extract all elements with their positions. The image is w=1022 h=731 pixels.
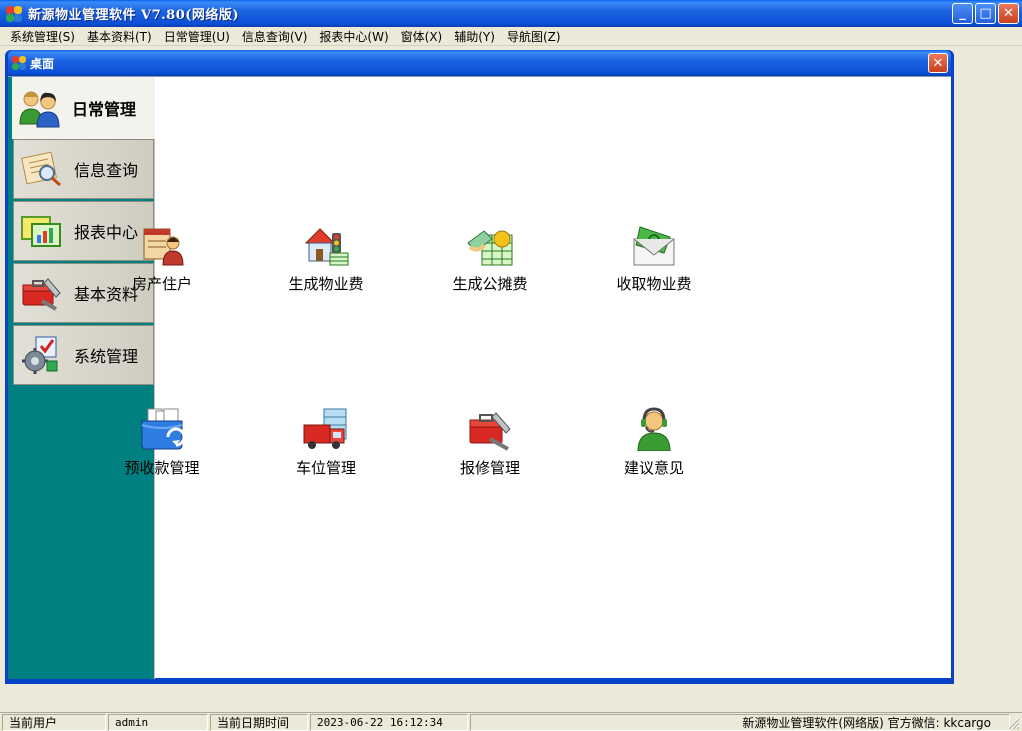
tile-prepayment[interactable]: 预收款管理 — [102, 407, 222, 478]
shared-fee-icon — [466, 223, 514, 267]
tile-label: 收取物业费 — [616, 275, 692, 293]
prepayment-icon — [138, 407, 186, 451]
tile-label: 报修管理 — [459, 459, 520, 477]
desktop-title-bar[interactable]: 桌面 ✕ — [8, 50, 951, 76]
status-date-value: 2023-06-22 16:12:34 — [310, 713, 468, 731]
status-info: 新源物业管理软件(网络版) 官方微信: kkcargo — [470, 713, 1010, 731]
status-date-label: 当前日期时间 — [210, 713, 308, 731]
menu-window[interactable]: 窗体(X) — [395, 28, 449, 45]
toolbox-icon — [20, 273, 64, 313]
sidebar-item-daily[interactable]: 日常管理 — [12, 77, 155, 139]
tile-label: 房产住户 — [131, 275, 192, 293]
document-search-icon — [20, 149, 64, 189]
desktop-close-button[interactable]: ✕ — [928, 53, 948, 73]
status-user-label: 当前用户 — [2, 713, 106, 731]
sidebar-item-label: 系统管理 — [74, 347, 139, 366]
repair-toolbox-icon — [466, 407, 514, 451]
sidebar-item-system[interactable]: 系统管理 — [13, 325, 154, 385]
desktop-body: 日常管理 信息查询 报表中心 基本资料 系统管理 房产住户 生成物业费 生成公摊… — [8, 76, 951, 679]
app-title-bar[interactable]: 新源物业管理软件 V7.80(网络版) _ □ ✕ — [0, 0, 1022, 27]
tile-repair[interactable]: 报修管理 — [430, 407, 550, 478]
sidebar: 日常管理 信息查询 报表中心 基本资料 系统管理 — [8, 77, 155, 679]
tile-label: 生成公摊费 — [452, 275, 528, 293]
menu-basic-data[interactable]: 基本资料(T) — [81, 28, 158, 45]
tile-property-fee[interactable]: 生成物业费 — [266, 223, 386, 294]
menu-system[interactable]: 系统管理(S) — [4, 28, 81, 45]
property-fee-icon — [302, 223, 350, 267]
users-icon — [18, 88, 62, 128]
parking-icon — [302, 407, 350, 451]
system-settings-icon — [20, 335, 64, 375]
desktop-logo-icon — [12, 56, 26, 70]
desktop-window: 桌面 ✕ 日常管理 信息查询 报表中心 基本资料 系统管理 房产住户 生成物业费… — [5, 50, 954, 684]
close-icon: ✕ — [1003, 6, 1014, 21]
app-title: 新源物业管理软件 V7.80(网络版) — [28, 8, 240, 23]
resize-grip-icon[interactable] — [1006, 716, 1020, 730]
tile-label: 生成物业费 — [288, 275, 364, 293]
minimize-button[interactable]: _ — [952, 3, 973, 24]
tile-suggestions[interactable]: 建议意见 — [594, 407, 714, 478]
tile-resident[interactable]: 房产住户 — [102, 223, 222, 294]
sidebar-item-label: 日常管理 — [72, 100, 137, 119]
report-chart-icon — [20, 211, 64, 251]
maximize-icon: □ — [979, 6, 992, 21]
tile-parking[interactable]: 车位管理 — [266, 407, 386, 478]
mdi-workspace: 桌面 ✕ 日常管理 信息查询 报表中心 基本资料 系统管理 房产住户 生成物业费… — [0, 46, 1022, 710]
close-button[interactable]: ✕ — [998, 3, 1019, 24]
minimize-icon: _ — [959, 6, 966, 21]
maximize-button[interactable]: □ — [975, 3, 996, 24]
desktop-title: 桌面 — [30, 56, 55, 71]
money-envelope-icon — [630, 223, 678, 267]
support-agent-icon — [630, 407, 678, 452]
menu-daily[interactable]: 日常管理(U) — [158, 28, 236, 45]
status-user-value: admin — [108, 713, 208, 731]
tile-label: 预收款管理 — [124, 459, 200, 477]
tile-collect-fee[interactable]: 收取物业费 — [594, 223, 714, 294]
menu-help[interactable]: 辅助(Y) — [448, 28, 501, 45]
menu-reports[interactable]: 报表中心(W) — [313, 28, 394, 45]
menu-query[interactable]: 信息查询(V) — [236, 28, 314, 45]
sidebar-item-label: 信息查询 — [74, 161, 139, 180]
status-bar: 当前用户 admin 当前日期时间 2023-06-22 16:12:34 新源… — [0, 712, 1022, 731]
menu-navigation[interactable]: 导航图(Z) — [501, 28, 567, 45]
app-logo-icon — [6, 5, 22, 22]
tile-label: 车位管理 — [295, 459, 356, 477]
close-icon: ✕ — [932, 55, 944, 71]
tile-label: 建议意见 — [623, 459, 684, 477]
sidebar-item-query[interactable]: 信息查询 — [13, 139, 154, 199]
tile-shared-fee[interactable]: 生成公摊费 — [430, 223, 550, 294]
menu-bar: 系统管理(S) 基本资料(T) 日常管理(U) 信息查询(V) 报表中心(W) … — [0, 27, 1022, 46]
resident-icon — [138, 223, 186, 267]
